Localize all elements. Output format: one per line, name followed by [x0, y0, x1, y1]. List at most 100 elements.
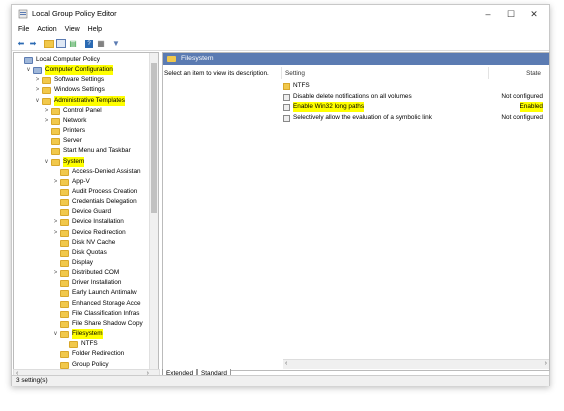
policy-label: Enable Win32 long paths	[293, 102, 365, 112]
help-icon[interactable]: ?	[84, 39, 94, 48]
folder-icon	[60, 310, 69, 318]
folder-icon	[60, 260, 69, 267]
policy-setting-row[interactable]: Enable Win32 long paths	[283, 102, 483, 112]
folder-icon	[283, 83, 290, 90]
chevron-down-icon[interactable]: ∨	[52, 329, 59, 339]
menu-help[interactable]: Help	[88, 24, 102, 36]
details-header-title: Filesystem	[181, 55, 214, 62]
tree-item-label: Audit Process Creation	[72, 187, 138, 195]
policy-state: Enabled	[519, 102, 543, 112]
folder-icon	[60, 239, 69, 247]
tree-item-label: Credentials Delegation	[72, 198, 137, 206]
tree-item-label: Software Settings	[54, 76, 105, 84]
status-bar: 3 setting(s)	[12, 375, 549, 386]
tree-item-label: Driver Installation	[72, 279, 122, 287]
folder-icon	[60, 280, 69, 288]
folder-icon	[60, 270, 69, 278]
folder-icon	[42, 87, 51, 95]
folder-icon	[60, 178, 69, 186]
folder-icon	[51, 117, 60, 125]
column-divider[interactable]	[488, 67, 489, 79]
chevron-right-icon[interactable]: >	[52, 228, 59, 238]
chevron-right-icon[interactable]: >	[34, 75, 41, 85]
folder-icon	[60, 320, 69, 328]
tree-item-label: Network	[63, 116, 87, 124]
folder-icon	[167, 56, 176, 62]
computer-icon	[33, 67, 42, 75]
tree-item-label: Local Computer Policy	[36, 56, 100, 63]
tree-item-label: Computer Configuration	[45, 65, 113, 76]
chevron-right-icon[interactable]: >	[43, 106, 50, 116]
tree-scroll-thumb[interactable]	[151, 63, 157, 213]
chevron-right-icon[interactable]: >	[52, 268, 59, 278]
close-button[interactable]: ✕	[523, 7, 545, 21]
folder-icon	[60, 209, 69, 217]
folder-icon	[60, 331, 69, 339]
tree-item-label: Server	[63, 137, 82, 145]
properties-icon[interactable]: ▦	[96, 39, 106, 48]
status-text: 3 setting(s)	[16, 377, 48, 384]
tree-item-label: Display	[72, 259, 93, 266]
tree-item-label: Device Installation	[72, 218, 124, 226]
window-title: Local Group Policy Editor	[32, 9, 117, 18]
chevron-down-icon[interactable]: ∨	[43, 157, 50, 167]
chevron-down-icon[interactable]: ∨	[25, 65, 32, 75]
toolbar: ⬅ ➡ ▤ ? ▦ ▼	[12, 37, 549, 51]
folder-icon	[51, 138, 60, 146]
chevron-right-icon[interactable]: >	[52, 217, 59, 227]
tree-pane[interactable]: Local Computer Policy ∨ Computer Configura…	[13, 52, 159, 371]
tree-item-label: Control Panel	[63, 106, 102, 114]
folder-icon	[60, 229, 69, 237]
folder-icon	[60, 168, 69, 176]
setting-icon	[283, 114, 290, 122]
forward-arrow-icon[interactable]: ➡	[28, 39, 38, 48]
tree-item-label: Administrative Templates	[54, 95, 125, 106]
tree-item-label: Folder Redirection	[72, 350, 125, 358]
scroll-right-icon[interactable]: ›	[545, 360, 547, 367]
show-hide-tree-icon[interactable]	[56, 39, 66, 48]
tree-item-label: File Classification Infras	[72, 309, 140, 317]
menu-file[interactable]: File	[18, 24, 29, 36]
menu-bar: File Action View Help	[12, 24, 549, 36]
export-list-icon[interactable]: ▤	[68, 39, 78, 48]
folder-icon	[51, 107, 60, 115]
policy-label: Disable delete notifications on all volu…	[293, 92, 412, 100]
folder-icon	[60, 300, 69, 308]
folder-icon	[60, 351, 69, 359]
tree-item-label: Device Redirection	[72, 228, 126, 236]
tree-item-label: Start Menu and Taskbar	[63, 147, 131, 155]
details-horizontal-scrollbar[interactable]: ‹ ›	[283, 359, 549, 369]
scroll-left-icon[interactable]: ‹	[285, 360, 287, 367]
chevron-right-icon[interactable]: >	[34, 85, 41, 95]
tree-item-label: Group Policy	[72, 360, 109, 368]
policy-editor-icon	[18, 9, 28, 19]
folder-icon	[42, 97, 51, 105]
folder-icon	[51, 158, 60, 166]
policy-state: Not configured	[501, 92, 543, 100]
policy-setting-row[interactable]: Disable delete notifications on all volu…	[283, 92, 483, 102]
folder-icon	[60, 290, 69, 298]
chevron-right-icon[interactable]: >	[43, 116, 50, 126]
folder-icon	[42, 77, 51, 85]
up-folder-icon[interactable]	[44, 39, 54, 48]
policy-setting-row[interactable]: Selectively allow the evaluation of a sy…	[283, 113, 483, 123]
tree-vertical-scrollbar[interactable]	[149, 53, 158, 370]
column-header-state[interactable]: State	[526, 70, 541, 77]
tree-item-label: Early Launch Antimalw	[72, 289, 137, 297]
computer-icon	[24, 57, 33, 64]
details-header: Filesystem	[163, 53, 549, 65]
filter-icon[interactable]: ▼	[111, 39, 121, 48]
column-header-setting[interactable]: Setting	[285, 70, 305, 77]
minimize-button[interactable]: –	[477, 7, 499, 21]
app-window: Local Group Policy Editor – ☐ ✕ File Act…	[11, 4, 550, 386]
menu-view[interactable]: View	[65, 24, 80, 36]
column-divider[interactable]	[281, 67, 282, 79]
chevron-down-icon[interactable]: ∨	[34, 96, 41, 106]
policy-folder-row[interactable]: NTFS	[283, 81, 483, 91]
tree-item-label: File Share Shadow Copy	[72, 319, 143, 327]
back-arrow-icon[interactable]: ⬅	[16, 39, 26, 48]
menu-action[interactable]: Action	[37, 24, 56, 36]
setting-icon	[283, 104, 290, 111]
chevron-right-icon[interactable]: >	[52, 177, 59, 187]
maximize-button[interactable]: ☐	[500, 7, 522, 21]
